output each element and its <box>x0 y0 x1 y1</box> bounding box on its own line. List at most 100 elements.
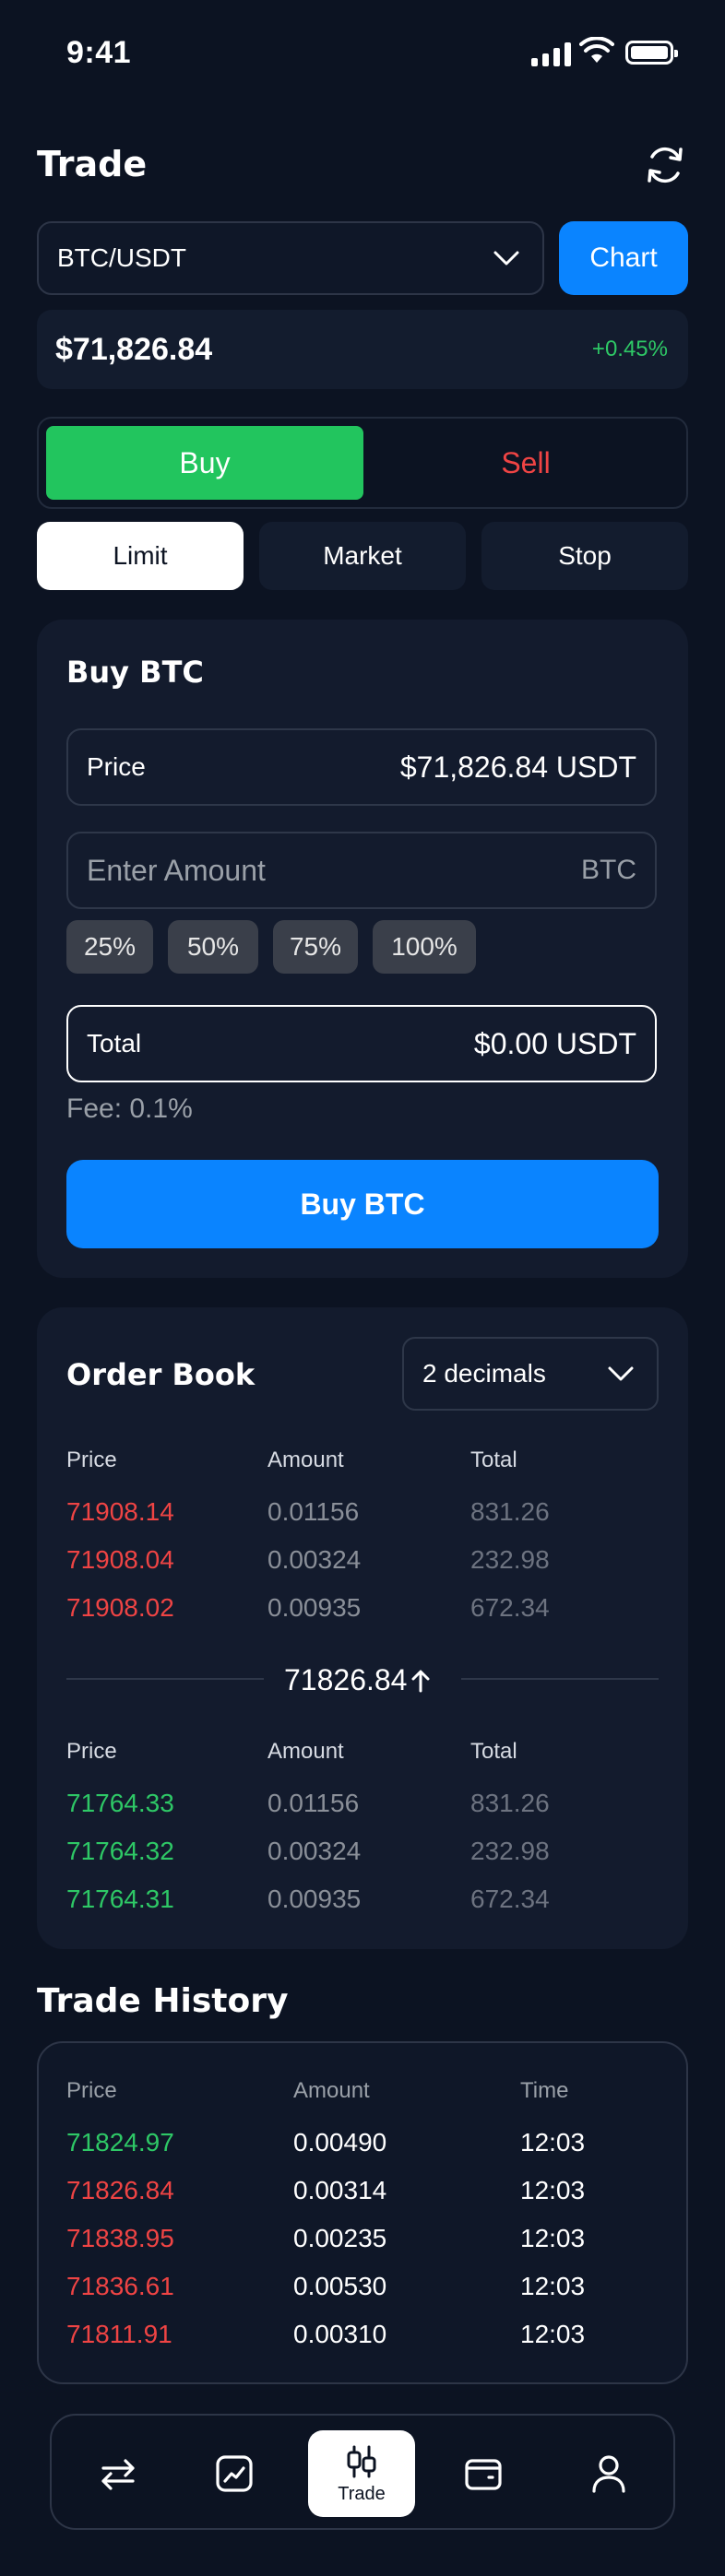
decimals-dropdown[interactable]: 2 decimals <box>402 1337 659 1411</box>
divider <box>66 1678 264 1680</box>
ask-total: 831.26 <box>470 1497 550 1526</box>
ob-header-amount: Amount <box>267 1448 344 1472</box>
bottom-nav: Trade <box>50 2414 675 2530</box>
ob-header-price: Price <box>66 1448 117 1472</box>
th-header-time: Time <box>520 2078 569 2103</box>
amount-field[interactable]: Enter Amount BTC <box>66 832 657 909</box>
chevron-down-icon <box>608 1366 634 1381</box>
trade-amount: 0.00235 <box>293 2224 387 2252</box>
mid-price-value: 71826.84 <box>284 1663 408 1696</box>
ob-header-price: Price <box>66 1739 117 1764</box>
nav-trade[interactable]: Trade <box>308 2430 415 2517</box>
chevron-down-icon <box>493 251 519 266</box>
trade-amount: 0.00490 <box>293 2128 387 2157</box>
trade-amount: 0.00314 <box>293 2176 387 2204</box>
price-change: +0.45% <box>591 337 668 361</box>
amount-unit: BTC <box>581 855 636 885</box>
divider <box>461 1678 659 1680</box>
current-price: $71,826.84 <box>55 331 213 367</box>
bid-amount: 0.00935 <box>267 1885 362 1913</box>
ask-amount: 0.00935 <box>267 1593 362 1622</box>
order-book-title: Order Book <box>66 1357 256 1392</box>
bid-amount: 0.00324 <box>267 1837 362 1865</box>
trade-price: 71824.97 <box>66 2128 174 2157</box>
ob-header-amount: Amount <box>267 1739 344 1764</box>
pair-value: BTC/USDT <box>57 243 186 272</box>
bid-price: 71764.33 <box>66 1789 174 1817</box>
chart-button[interactable]: Chart <box>559 221 688 295</box>
decimals-value: 2 decimals <box>422 1359 546 1388</box>
price-field[interactable]: Price $71,826.84 USDT <box>66 728 657 806</box>
bid-price: 71764.31 <box>66 1885 174 1913</box>
percent-75-button[interactable]: 75% <box>273 920 358 974</box>
bid-total: 232.98 <box>470 1837 550 1865</box>
price-field-label: Price <box>87 752 146 781</box>
ask-price: 71908.02 <box>66 1593 174 1622</box>
ask-amount: 0.01156 <box>267 1497 360 1526</box>
order-type-stop[interactable]: Stop <box>481 522 688 590</box>
bid-total: 672.34 <box>470 1885 550 1913</box>
amount-placeholder: Enter Amount <box>87 853 266 887</box>
swap-icon <box>101 2459 135 2490</box>
total-field: Total $0.00 USDT <box>66 1005 657 1082</box>
trade-time: 12:03 <box>520 2176 586 2204</box>
trade-price: 71826.84 <box>66 2176 174 2204</box>
page-title: Trade <box>37 144 148 184</box>
order-type-limit[interactable]: Limit <box>37 522 244 590</box>
ob-header-total: Total <box>470 1739 517 1764</box>
candlestick-icon <box>347 2445 376 2477</box>
buy-tab[interactable]: Buy <box>46 426 363 500</box>
percent-50-button[interactable]: 50% <box>168 920 258 974</box>
pair-selector[interactable]: BTC/USDT <box>37 221 544 295</box>
ask-price: 71908.04 <box>66 1545 174 1574</box>
status-time: 9:41 <box>66 35 132 70</box>
trade-amount: 0.00310 <box>293 2320 387 2348</box>
battery-icon <box>625 41 678 65</box>
percent-25-button[interactable]: 25% <box>66 920 153 974</box>
ob-header-total: Total <box>470 1448 517 1472</box>
price-field-value: $71,826.84 USDT <box>399 750 636 784</box>
cellular-signal-icon <box>531 41 571 66</box>
sell-tab[interactable]: Sell <box>371 426 681 500</box>
wallet-icon <box>465 2459 502 2490</box>
trade-price: 71811.91 <box>66 2320 172 2348</box>
refresh-icon[interactable] <box>642 142 688 188</box>
nav-trade-label: Trade <box>338 2483 386 2504</box>
trade-history-title: Trade History <box>37 1982 289 2020</box>
nav-wallet[interactable] <box>430 2430 537 2517</box>
ask-amount: 0.00324 <box>267 1545 362 1574</box>
nav-swap[interactable] <box>65 2430 172 2517</box>
trade-price: 71836.61 <box>66 2272 174 2300</box>
ticker-box: $71,826.84 +0.45% <box>37 310 688 389</box>
trade-time: 12:03 <box>520 2128 586 2157</box>
bid-total: 831.26 <box>470 1789 550 1817</box>
chart-icon <box>216 2455 253 2492</box>
order-type-market[interactable]: Market <box>259 522 466 590</box>
trade-amount: 0.00530 <box>293 2272 387 2300</box>
ask-total: 672.34 <box>470 1593 550 1622</box>
status-bar: 9:41 <box>0 0 725 111</box>
wifi-icon <box>579 37 614 63</box>
total-value: $0.00 USDT <box>473 1026 636 1060</box>
fee-text: Fee: 0.1% <box>66 1093 193 1124</box>
total-label: Total <box>87 1029 142 1058</box>
ask-price: 71908.14 <box>66 1497 174 1526</box>
buy-btc-button[interactable]: Buy BTC <box>66 1160 659 1248</box>
th-header-amount: Amount <box>293 2078 370 2103</box>
profile-icon <box>592 2455 625 2493</box>
arrow-up-icon <box>411 1670 430 1692</box>
trade-time: 12:03 <box>520 2272 586 2300</box>
bid-price: 71764.32 <box>66 1837 174 1865</box>
nav-markets[interactable] <box>181 2430 288 2517</box>
side-toggle: Buy Sell <box>37 417 688 509</box>
ask-total: 232.98 <box>470 1545 550 1574</box>
buy-form-title: Buy BTC <box>66 655 204 690</box>
mid-price: 71826.84 <box>284 1663 431 1697</box>
percent-100-button[interactable]: 100% <box>373 920 476 974</box>
bid-amount: 0.01156 <box>267 1789 360 1817</box>
trade-time: 12:03 <box>520 2224 586 2252</box>
th-header-price: Price <box>66 2078 117 2103</box>
nav-profile[interactable] <box>555 2430 662 2517</box>
trade-price: 71838.95 <box>66 2224 174 2252</box>
trade-time: 12:03 <box>520 2320 586 2348</box>
